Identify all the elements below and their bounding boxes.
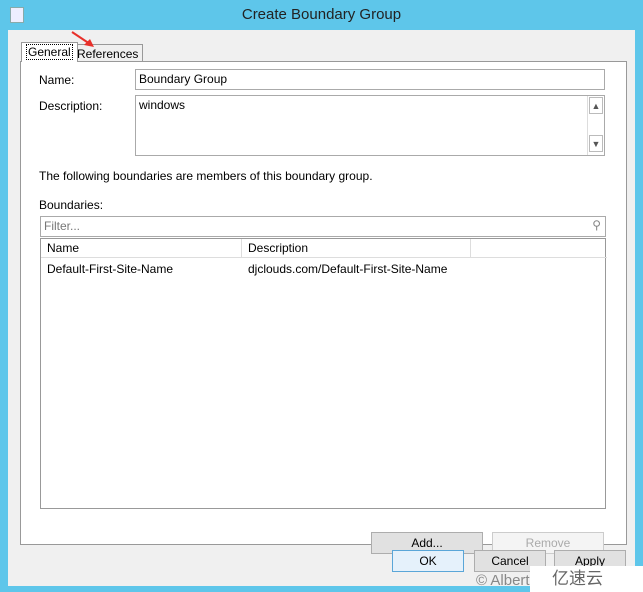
name-input[interactable]: Boundary Group [135,69,605,90]
tab-general[interactable]: General [21,42,78,62]
general-panel: Name: Boundary Group Description: window… [20,61,627,554]
column-header-empty [471,239,607,258]
boundaries-list[interactable]: Name Description Default-First-Site-Name… [40,238,607,509]
logo-text: 亿速云 [552,569,603,588]
scrollbar[interactable]: ▲ ▼ [587,96,604,155]
dialog-window: Create Boundary Group General References… [0,0,643,592]
watermark-logo: 亿速云 [530,566,643,592]
column-header-description[interactable]: Description [242,239,471,258]
description-input[interactable]: windows ▲ ▼ [135,95,605,156]
filter-placeholder: Filter... [44,219,81,233]
scroll-up-icon[interactable]: ▲ [589,97,603,114]
search-icon[interactable]: ⚲ [592,218,601,232]
row-name: Default-First-Site-Name [47,262,174,276]
description-label: Description: [39,99,103,113]
scroll-down-icon[interactable]: ▼ [589,135,603,152]
tab-label: General [26,44,73,60]
column-header-name[interactable]: Name [41,239,242,258]
ok-button[interactable]: OK [392,550,464,572]
window-title: Create Boundary Group [241,6,402,23]
members-text: The following boundaries are members of … [39,169,373,183]
boundaries-label: Boundaries: [39,198,104,212]
name-label: Name: [39,73,75,87]
filter-input[interactable]: Filter... ⚲ [40,216,606,237]
row-description: djclouds.com/Default-First-Site-Name [248,262,448,276]
dialog-client: General References Name: Boundary Group … [8,30,635,586]
watermark-text: © Albert [476,572,530,589]
description-text: windows [139,98,186,112]
